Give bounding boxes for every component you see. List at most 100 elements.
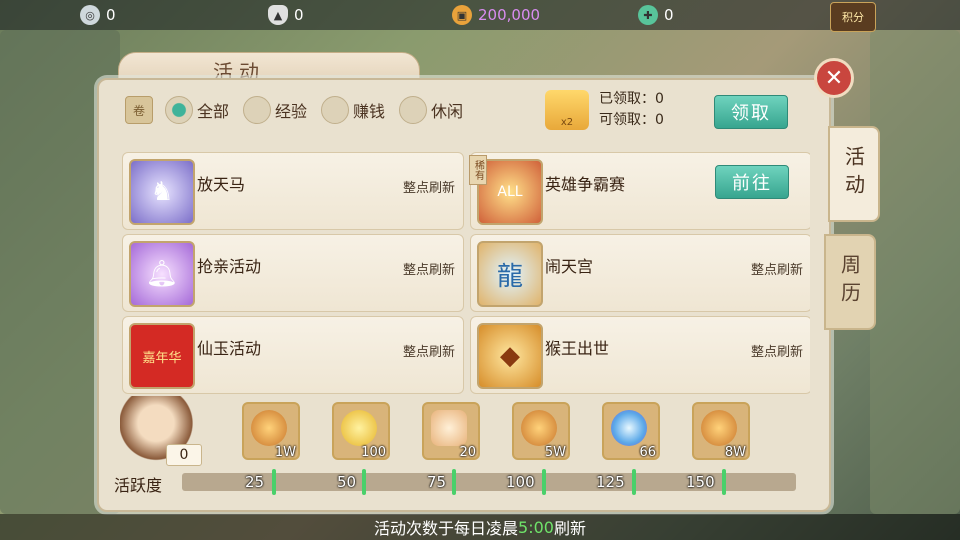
activity-card-hero-contest[interactable]: ALL 稀有 英雄争霸赛 前往 — [469, 152, 810, 230]
radio-selected-icon — [165, 96, 193, 124]
close-icon: ✕ — [824, 65, 844, 91]
currency-jade: ✚ 0 — [638, 0, 674, 30]
reward-chest[interactable]: 8W — [692, 402, 750, 460]
milestone-value: 150 — [686, 473, 715, 491]
currency-silver-ingot: ▲ 0 — [268, 0, 304, 30]
reward-value: 66 — [639, 445, 656, 460]
reward-chest[interactable]: 66 — [602, 402, 660, 460]
radio-icon — [399, 96, 428, 124]
reward-chest[interactable]: 100 — [332, 402, 390, 460]
activity-label: 活跃度 — [114, 476, 163, 495]
filter-label: 全部 — [197, 102, 230, 121]
jade-icon: ✚ — [638, 5, 658, 25]
bell-icon: 🔔︎ — [129, 241, 195, 307]
silver-ingot-icon: ▲ — [268, 5, 288, 25]
filter-leisure[interactable]: 休闲 — [399, 96, 463, 124]
currency-value: 200,000 — [478, 6, 541, 24]
filter-bar: 卷 全部 经验 赚钱 休闲 — [125, 96, 473, 124]
reward-value: 20 — [459, 445, 476, 460]
activity-note: 整点刷新 — [402, 181, 455, 196]
milestone-value: 125 — [596, 473, 625, 491]
milestone-marker — [542, 469, 546, 495]
activity-note: 整点刷新 — [402, 263, 455, 278]
currency-silver-medal: ◎ 0 — [80, 0, 116, 30]
red-envelope-icon: 嘉年华 — [129, 323, 195, 389]
tab-weekly-calendar[interactable]: 周历 — [824, 234, 876, 330]
treasure-icon: ◆ — [477, 323, 543, 389]
activity-card-dragon[interactable]: 龍 闹天宫 整点刷新 — [470, 234, 810, 312]
score-button[interactable]: 积分 — [830, 2, 876, 32]
reward-value: 5W — [544, 445, 566, 460]
activity-note: 整点刷新 — [750, 263, 803, 278]
activity-name: 闹天宫 — [545, 257, 594, 276]
tab-activity[interactable]: 活动 — [828, 126, 880, 222]
activity-card-bell[interactable]: 🔔︎ 抢亲活动 整点刷新 — [122, 234, 464, 312]
go-button-label: 前往 — [732, 173, 772, 194]
milestone-marker — [632, 469, 636, 495]
claim-button-label: 领取 — [731, 103, 771, 124]
scroll-icon — [431, 410, 467, 446]
activity-note: 整点刷新 — [750, 345, 803, 360]
pegasus-icon: ♞ — [129, 159, 195, 225]
reward-chest[interactable]: 5W — [512, 402, 570, 460]
milestone-value: 75 — [427, 473, 447, 491]
reward-chest[interactable]: 20 — [422, 402, 480, 460]
silver-medal-icon: ◎ — [80, 5, 100, 25]
notice-time: 5:00 — [518, 517, 554, 537]
milestone-marker — [452, 469, 456, 495]
milestone-marker — [722, 469, 726, 495]
filter-label: 经验 — [275, 102, 308, 121]
currency-value: 0 — [664, 6, 674, 24]
milestone-value: 25 — [245, 473, 265, 491]
activity-note: 整点刷新 — [402, 345, 455, 360]
filter-exp[interactable]: 经验 — [243, 96, 307, 124]
activity-card-jade[interactable]: 嘉年华 仙玉活动 整点刷新 — [122, 316, 464, 394]
milestone-marker — [272, 469, 276, 495]
crystal-orb-icon — [611, 410, 647, 446]
mascot-count: 0 — [166, 444, 202, 466]
tab-label: 周历 — [837, 254, 862, 310]
filter-label: 赚钱 — [353, 102, 386, 121]
activity-name: 放天马 — [197, 175, 246, 194]
activity-card-monkey-king[interactable]: ◆ 猴王出世 整点刷新 — [470, 316, 810, 394]
filter-icon: 卷 — [125, 96, 153, 124]
notice-prefix: 活动次数于每日凌晨 — [374, 519, 519, 538]
go-button[interactable]: 前往 — [715, 165, 789, 199]
dragon-icon: 龍 — [477, 241, 543, 307]
radio-icon — [321, 96, 350, 124]
milestone-value: 50 — [337, 473, 357, 491]
envelope-text: 嘉年华 — [142, 350, 182, 366]
filter-all[interactable]: 全部 — [165, 96, 229, 124]
close-button[interactable]: ✕ — [814, 58, 854, 98]
activity-name: 英雄争霸赛 — [545, 175, 626, 194]
copper-coin-icon: ▣ — [452, 5, 472, 25]
reward-value: 1W — [274, 445, 296, 460]
filter-money[interactable]: 赚钱 — [321, 96, 385, 124]
reward-value: 8W — [724, 445, 746, 460]
activity-list[interactable]: ♞ 放天马 整点刷新 ALL 稀有 英雄争霸赛 前往 🔔︎ 抢亲活动 整点刷新 … — [120, 124, 810, 396]
activity-name: 猴王出世 — [545, 339, 610, 358]
filter-label: 休闲 — [431, 102, 464, 121]
rare-tag: 稀有 — [469, 155, 487, 185]
reward-chest[interactable]: 1W — [242, 402, 300, 460]
activity-card-pegasus[interactable]: ♞ 放天马 整点刷新 — [122, 152, 464, 230]
copper-coin-icon — [521, 410, 557, 446]
currency-copper-coin: ▣ 200,000 — [452, 0, 540, 30]
tab-label: 活动 — [841, 146, 866, 202]
copper-coin-icon — [701, 410, 737, 446]
claimed-count: 已领取：0 — [599, 91, 664, 107]
milestone-marker — [362, 469, 366, 495]
copper-coin-icon — [251, 410, 287, 446]
milestone-value: 100 — [506, 473, 535, 491]
activity-progress-bar: 25 50 75 100 125 150 — [182, 469, 796, 495]
activity-name: 抢亲活动 — [197, 257, 262, 276]
gold-flower-icon — [341, 410, 377, 446]
background-scene-right — [870, 30, 960, 514]
reward-value: 100 — [361, 445, 386, 460]
currency-value: 0 — [294, 6, 304, 24]
radio-icon — [243, 96, 272, 124]
notice-suffix: 刷新 — [553, 519, 586, 538]
refresh-notice: 活动次数于每日凌晨 5:00 刷新 — [0, 514, 960, 540]
activity-name: 仙玉活动 — [197, 339, 262, 358]
score-button-label: 积分 — [842, 11, 864, 24]
